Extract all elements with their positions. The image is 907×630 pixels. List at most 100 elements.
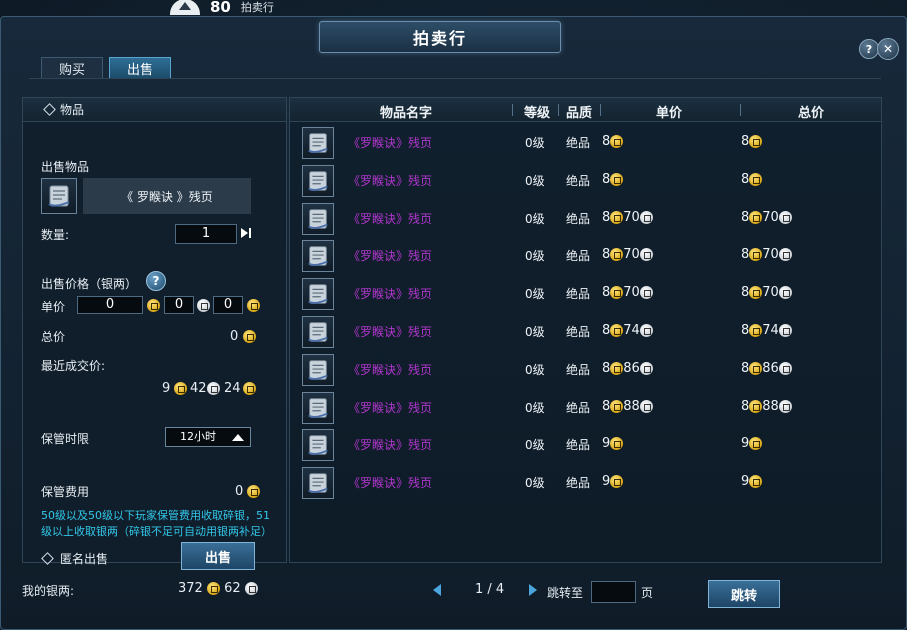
silver-coin-icon — [778, 286, 792, 300]
scroll-icon — [308, 171, 328, 191]
gold-coin-icon — [749, 399, 763, 413]
table-row[interactable]: 《罗睺诀》残页 0级 绝品 9 9 — [290, 464, 881, 502]
item-slot[interactable] — [302, 391, 334, 424]
table-row[interactable]: 《罗睺诀》残页 0级 绝品 8 70 8 70 — [290, 200, 881, 238]
storage-time-select[interactable]: 12小时 — [165, 427, 251, 447]
jump-to-label: 跳转至 — [547, 586, 584, 600]
table-row[interactable]: 《罗睺诀》残页 0级 绝品 8 8 — [290, 162, 881, 200]
anonymous-checkbox-icon[interactable] — [41, 552, 54, 565]
total-price-gold: 8 — [741, 247, 750, 263]
table-row[interactable]: 《罗睺诀》残页 0级 绝品 8 88 8 88 — [290, 389, 881, 427]
window-title-plate: 拍卖行 — [319, 21, 561, 53]
item-level: 0级 — [525, 438, 545, 453]
silver-coin-icon — [778, 210, 792, 224]
sell-panel: 物品 出售物品 《 罗睺诀 》残页 数量: 1 出售价格（银两） ? 单价 0 … — [22, 97, 287, 570]
page-unit-label: 页 — [641, 586, 654, 600]
table-row[interactable]: 《罗睺诀》残页 0级 绝品 9 9 — [290, 426, 881, 464]
gold-coin-icon — [610, 361, 624, 375]
gold-coin-icon — [749, 324, 763, 337]
gold-coin-icon — [749, 437, 763, 451]
table-row[interactable]: 《罗睺诀》残页 0级 绝品 8 70 8 70 — [290, 237, 881, 275]
item-slot[interactable] — [302, 467, 334, 500]
top-strip: 80 拍卖行 — [170, 0, 274, 16]
copper-coin-icon — [243, 382, 256, 395]
jump-page-input[interactable] — [591, 581, 636, 603]
table-row[interactable]: 《罗睺诀》残页 0级 绝品 8 8 — [290, 124, 881, 162]
item-slot[interactable] — [302, 429, 334, 462]
prev-page-icon[interactable] — [433, 584, 441, 596]
sell-item-slot[interactable] — [41, 178, 77, 214]
scroll-icon — [308, 322, 328, 342]
gold-coin-icon — [206, 582, 220, 595]
dropdown-arrow-icon — [232, 434, 244, 441]
recent-price-label: 最近成交价: — [41, 359, 106, 373]
my-money: 372 62 — [178, 581, 258, 596]
gold-coin-icon — [610, 475, 624, 489]
tab-divider — [29, 78, 881, 79]
gold-coin-icon — [610, 248, 624, 262]
scroll-icon — [308, 435, 328, 456]
auction-window: 拍卖行 ? ✕ 购买 出售 物品 出售物品 《 罗睺诀 》残页 数量: 1 出售… — [0, 16, 907, 630]
item-slot[interactable] — [302, 278, 334, 311]
item-slot[interactable] — [302, 164, 334, 197]
next-page-icon[interactable] — [529, 584, 537, 596]
item-slot[interactable] — [302, 202, 334, 235]
gold-coin-icon — [174, 382, 187, 395]
gold-coin-icon — [610, 135, 624, 148]
item-name: 《罗睺诀》残页 — [348, 438, 433, 453]
silver-coin-icon — [197, 299, 210, 312]
total-price-silver: 88 — [762, 398, 779, 414]
qty-input[interactable]: 1 — [175, 224, 237, 244]
total-price-silver: 86 — [762, 360, 779, 376]
price-help-icon[interactable]: ? — [146, 271, 166, 291]
table-row[interactable]: 《罗睺诀》残页 0级 绝品 8 70 8 70 — [290, 275, 881, 313]
scroll-icon — [308, 360, 328, 380]
item-name: 《罗睺诀》残页 — [348, 173, 433, 188]
qty-max-button[interactable] — [239, 226, 253, 242]
header-divider — [558, 104, 559, 116]
item-name: 《罗睺诀》残页 — [348, 400, 433, 415]
storage-time-label: 保管时限 — [41, 432, 90, 446]
item-level: 0级 — [525, 287, 545, 302]
total-price-gold: 8 — [741, 134, 750, 149]
total-price-label: 总价 — [41, 330, 66, 344]
table-row[interactable]: 《罗睺诀》残页 0级 绝品 8 74 8 74 — [290, 313, 881, 351]
sell-button[interactable]: 出售 — [181, 542, 255, 570]
silver-coin-icon — [639, 210, 653, 224]
total-price: 9 — [741, 474, 763, 489]
gold-coin-icon — [749, 135, 763, 148]
unit-price-silver-input[interactable]: 0 — [164, 296, 194, 314]
tab-sell[interactable]: 出售 — [109, 57, 171, 79]
total-price-silver: 70 — [762, 209, 779, 225]
sell-item-label: 出售物品 — [41, 160, 90, 174]
item-slot[interactable] — [302, 353, 334, 386]
item-quality: 绝品 — [566, 136, 591, 150]
item-name: 《罗睺诀》残页 — [348, 325, 433, 339]
help-button[interactable]: ? — [859, 39, 879, 59]
silver-coin-icon — [639, 399, 653, 413]
storage-fee-label: 保管费用 — [41, 485, 90, 499]
item-slot[interactable] — [302, 316, 334, 348]
header-divider — [740, 104, 741, 116]
item-level: 0级 — [525, 400, 545, 415]
jump-button[interactable]: 跳转 — [708, 580, 780, 608]
my-money-gold: 372 — [178, 581, 203, 596]
item-slot[interactable] — [302, 240, 334, 273]
tab-buy[interactable]: 购买 — [41, 57, 103, 79]
table-row[interactable]: 《罗睺诀》残页 0级 绝品 8 86 8 86 — [290, 351, 881, 389]
header-total-price: 总价 — [798, 106, 825, 121]
storage-fee-note: 50级以及50级以下玩家保管费用收取碎银，51级以上收取银两（碎银不足可自动用银… — [41, 509, 272, 538]
unit-price-gold: 8 — [602, 247, 611, 263]
unit-price-gold-input[interactable]: 0 — [77, 296, 143, 314]
silver-coin-icon — [778, 248, 792, 262]
unit-price-copper-input[interactable]: 0 — [213, 296, 243, 314]
qty-label: 数量: — [41, 228, 70, 242]
gold-coin-icon — [243, 330, 256, 343]
close-button[interactable]: ✕ — [877, 38, 899, 60]
header-divider — [512, 104, 513, 116]
anonymous-sell-option[interactable]: 匿名出售 — [41, 550, 108, 567]
gold-coin-icon — [749, 475, 763, 489]
item-slot[interactable] — [302, 127, 334, 159]
scroll-icon — [308, 284, 328, 305]
my-money-silver: 62 — [224, 581, 241, 596]
